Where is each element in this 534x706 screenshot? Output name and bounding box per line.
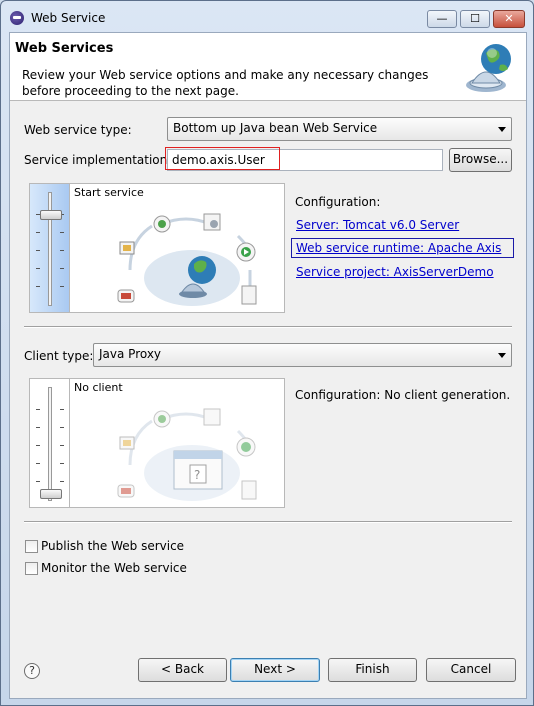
slider-tick — [60, 232, 64, 233]
service-lifecycle-diagram — [117, 213, 257, 306]
eclipse-icon — [10, 11, 24, 25]
web-services-globe-icon — [462, 41, 518, 93]
window-title: Web Service — [31, 11, 106, 25]
client-level-slider[interactable] — [30, 379, 70, 507]
slider-tick — [60, 409, 64, 410]
close-button[interactable]: ✕ — [493, 10, 525, 28]
service-impl-label: Service implementation: — [24, 153, 172, 167]
slider-tick — [60, 286, 64, 287]
wizard-body: Web Services Review your Web service opt… — [9, 32, 527, 699]
maximize-button[interactable]: ☐ — [460, 10, 490, 28]
slider-tick — [36, 409, 40, 410]
client-type-combo[interactable]: Java Proxy — [93, 343, 512, 367]
client-lifecycle-diagram: ? — [117, 408, 257, 501]
svg-text:?: ? — [194, 468, 200, 482]
slider-tick — [36, 250, 40, 251]
service-type-combo[interactable]: Bottom up Java bean Web Service — [167, 117, 512, 141]
slider-tick — [36, 427, 40, 428]
slider-tick — [36, 286, 40, 287]
slider-tick — [36, 232, 40, 233]
browse-button[interactable]: Browse... — [449, 148, 512, 172]
page-title: Web Services — [15, 41, 114, 56]
chevron-down-icon — [498, 127, 506, 132]
publish-checkbox[interactable] — [25, 540, 38, 553]
slider-tick — [60, 250, 64, 251]
slider-tick — [36, 481, 40, 482]
wizard-banner: Web Services Review your Web service opt… — [10, 33, 526, 101]
title-bar: Web Service — ☐ ✕ — [1, 1, 533, 33]
server-link[interactable]: Server: Tomcat v6.0 Server — [296, 218, 459, 232]
slider-thumb[interactable] — [40, 210, 62, 220]
slider-tick — [60, 268, 64, 269]
publish-label[interactable]: Publish the Web service — [41, 539, 184, 553]
client-level-text: No client — [74, 381, 123, 394]
service-level-panel: Start service — [29, 183, 285, 313]
service-type-label: Web service type: — [24, 123, 132, 137]
minimize-button[interactable]: — — [427, 10, 457, 28]
client-level-panel: No client ? — [29, 378, 285, 508]
slider-tick — [60, 481, 64, 482]
help-icon[interactable]: ? — [24, 663, 40, 679]
client-type-value: Java Proxy — [99, 347, 162, 361]
service-level-text: Start service — [74, 186, 144, 199]
slider-track — [48, 387, 52, 501]
client-config-text: Configuration: No client generation. — [295, 388, 511, 402]
impl-highlight-box — [165, 147, 280, 170]
next-button[interactable]: Next > — [230, 658, 320, 682]
cancel-button[interactable]: Cancel — [426, 658, 516, 682]
client-type-label: Client type: — [24, 349, 94, 363]
finish-button[interactable]: Finish — [328, 658, 417, 682]
service-level-slider[interactable] — [30, 184, 70, 312]
section-divider — [24, 521, 512, 523]
slider-tick — [60, 445, 64, 446]
chevron-down-icon — [498, 353, 506, 358]
slider-tick — [60, 427, 64, 428]
slider-thumb[interactable] — [40, 489, 62, 499]
wizard-window: Web Service — ☐ ✕ Web Services Review yo… — [0, 0, 534, 706]
back-button[interactable]: < Back — [138, 658, 227, 682]
slider-tick — [36, 268, 40, 269]
project-link[interactable]: Service project: AxisServerDemo — [296, 265, 494, 279]
service-config-heading: Configuration: — [295, 195, 381, 209]
slider-tick — [36, 463, 40, 464]
page-description: Review your Web service options and make… — [22, 68, 429, 98]
runtime-highlight-box — [291, 238, 514, 258]
slider-tick — [36, 445, 40, 446]
monitor-checkbox[interactable] — [25, 562, 38, 575]
monitor-label[interactable]: Monitor the Web service — [41, 561, 187, 575]
section-divider — [24, 326, 512, 328]
slider-tick — [60, 463, 64, 464]
service-type-value: Bottom up Java bean Web Service — [173, 121, 378, 135]
